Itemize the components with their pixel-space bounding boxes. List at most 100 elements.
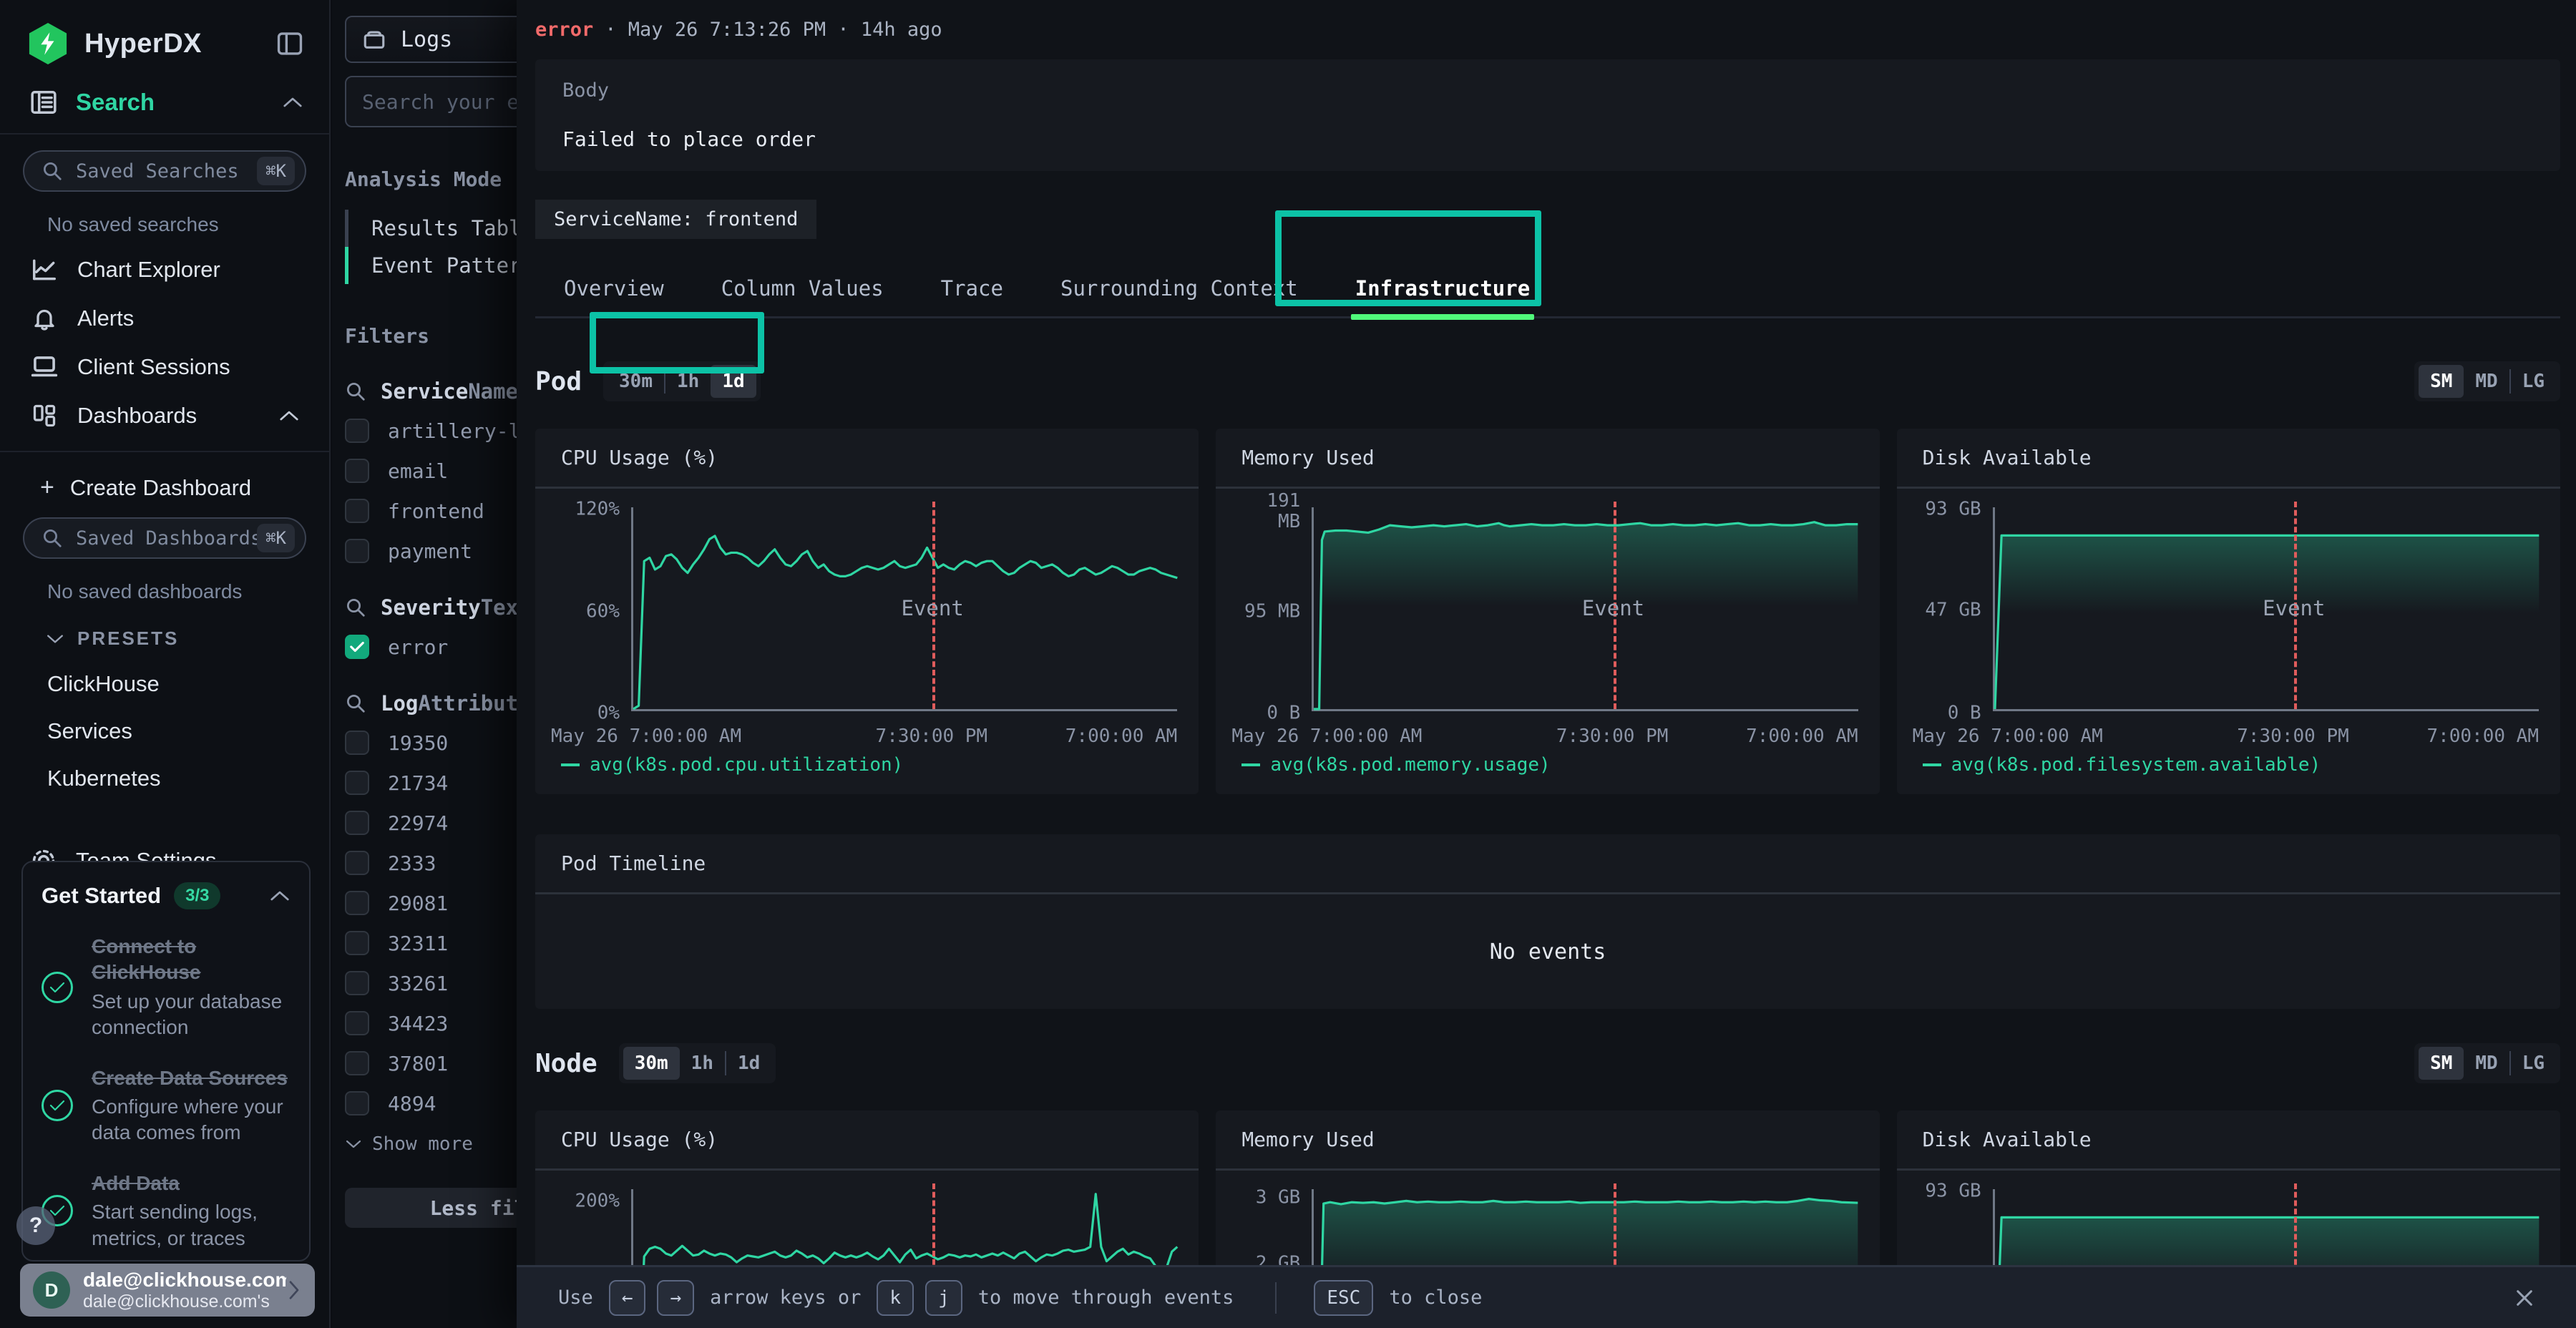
sidebar-item-client-sessions[interactable]: Client Sessions: [0, 346, 329, 388]
pod-section-title: Pod: [535, 367, 582, 396]
event-search-input[interactable]: Search your ev: [345, 76, 517, 127]
collapse-panel-icon[interactable]: [276, 31, 303, 56]
get-started-item[interactable]: Add DataStart sending logs, metrics, or …: [42, 1171, 291, 1251]
chart-icon: [30, 256, 59, 283]
saved-dashboards-input[interactable]: Saved Dashboards ⌘K: [23, 517, 306, 559]
checkbox-unchecked[interactable]: [345, 1051, 369, 1075]
filter-group-header[interactable]: LogAttributes: [345, 691, 517, 716]
x-axis-tick: 7:30:00 PM: [876, 726, 988, 747]
preset-item-clickhouse[interactable]: ClickHouse: [47, 671, 329, 697]
search-icon: [345, 381, 366, 402]
pod-size-lg-button[interactable]: LG: [2511, 365, 2556, 398]
filter-option[interactable]: frontend: [345, 498, 517, 524]
chevron-up-icon[interactable]: [269, 889, 291, 903]
service-name-chip[interactable]: ServiceName: frontend: [535, 200, 816, 239]
filter-group-header[interactable]: ServiceName: [345, 379, 517, 404]
filter-option[interactable]: 37801: [345, 1050, 517, 1076]
analysis-mode-event-patterns[interactable]: Event Patterns: [345, 247, 517, 284]
chart-card-pod-mem: Memory Used191 MB95 MB0 BEventMay 26 7:0…: [1216, 429, 1879, 794]
filter-option[interactable]: 34423: [345, 1010, 517, 1036]
search-config-column: Logs Search your ev Analysis Mode Result…: [332, 0, 517, 1328]
y-axis-tick: 93 GB: [1925, 499, 1981, 520]
filter-option[interactable]: 21734: [345, 770, 517, 796]
node-range-30m-button[interactable]: 30m: [623, 1047, 680, 1080]
pod-size-sm-button[interactable]: SM: [2419, 365, 2464, 398]
analysis-mode-results-table[interactable]: Results Table: [345, 210, 517, 247]
tab-trace[interactable]: Trace: [912, 265, 1032, 316]
get-started-item[interactable]: Connect to ClickHouseSet up your databas…: [42, 934, 291, 1041]
checkbox-checked[interactable]: [345, 635, 369, 659]
filter-option[interactable]: email: [345, 458, 517, 484]
filter-option[interactable]: 2333: [345, 850, 517, 876]
close-icon[interactable]: [2513, 1286, 2536, 1309]
checkbox-unchecked[interactable]: [345, 419, 369, 443]
show-more-button[interactable]: Show more: [345, 1133, 517, 1155]
checkbox-unchecked[interactable]: [345, 499, 369, 523]
filter-option[interactable]: error: [345, 634, 517, 660]
pod-range-1d-button[interactable]: 1d: [711, 365, 756, 398]
search-icon: [345, 693, 366, 714]
checkbox-unchecked[interactable]: [345, 971, 369, 995]
user-account-chip[interactable]: D dale@clickhouse.com dale@clickhouse.co…: [20, 1264, 315, 1317]
chart-title: Disk Available: [1897, 1110, 2560, 1171]
legend-line-swatch: [1923, 763, 1941, 766]
filter-option[interactable]: payment: [345, 538, 517, 564]
tab-surrounding-context[interactable]: Surrounding Context: [1032, 265, 1327, 316]
sidebar-item-label: Alerts: [77, 306, 303, 331]
checkbox-unchecked[interactable]: [345, 851, 369, 875]
source-select[interactable]: Logs: [345, 16, 517, 63]
checkbox-unchecked[interactable]: [345, 931, 369, 955]
filter-option-label: 37801: [388, 1052, 448, 1075]
get-started-item[interactable]: Create Data SourcesConfigure where your …: [42, 1065, 291, 1146]
less-filters-button[interactable]: Less fil: [345, 1188, 517, 1228]
node-size-md-button[interactable]: MD: [2464, 1047, 2509, 1080]
sidebar-item-dashboards[interactable]: Dashboards: [0, 395, 329, 436]
checkbox-unchecked[interactable]: [345, 1011, 369, 1035]
sidebar-item-chart-explorer[interactable]: Chart Explorer: [0, 249, 329, 290]
node-range-1h-button[interactable]: 1h: [680, 1047, 725, 1080]
get-started-item-subtitle: Start sending logs, metrics, or traces: [92, 1199, 291, 1251]
keyboard-hints-bar: Use ← → arrow keys or k j to move throug…: [517, 1265, 2576, 1328]
filter-option[interactable]: artillery-loa: [345, 418, 517, 444]
tab-column-values[interactable]: Column Values: [693, 265, 912, 316]
sidebar-item-search[interactable]: Search: [0, 83, 329, 122]
checkbox-unchecked[interactable]: [345, 771, 369, 795]
x-axis-labels: May 26 7:00:00 AM7:30:00 PM7:00:00 AM: [1216, 721, 1879, 750]
filter-option[interactable]: 33261: [345, 970, 517, 996]
node-section-title: Node: [535, 1049, 597, 1078]
filter-option[interactable]: 32311: [345, 930, 517, 956]
node-size-sm-button[interactable]: SM: [2419, 1047, 2464, 1080]
chevron-up-icon[interactable]: [282, 95, 303, 109]
sidebar-item-alerts[interactable]: Alerts: [0, 298, 329, 339]
tab-infrastructure[interactable]: Infrastructure: [1327, 265, 1558, 316]
pod-range-30m-button[interactable]: 30m: [608, 365, 664, 398]
filter-option[interactable]: 22974: [345, 810, 517, 836]
presets-toggle[interactable]: PRESETS: [46, 628, 329, 650]
filter-group-header[interactable]: SeverityText: [345, 595, 517, 620]
filter-option[interactable]: 29081: [345, 890, 517, 916]
filter-option-label: 34423: [388, 1012, 448, 1035]
checkbox-unchecked[interactable]: [345, 891, 369, 915]
node-size-lg-button[interactable]: LG: [2511, 1047, 2556, 1080]
checkbox-unchecked[interactable]: [345, 1091, 369, 1115]
filter-option-label: artillery-loa: [388, 419, 517, 443]
pod-range-1h-button[interactable]: 1h: [665, 365, 711, 398]
pod-size-md-button[interactable]: MD: [2464, 365, 2509, 398]
node-range-1d-button[interactable]: 1d: [726, 1047, 771, 1080]
preset-item-kubernetes[interactable]: Kubernetes: [47, 766, 329, 791]
sidebar: HyperDX Search Saved Searches ⌘K No save…: [0, 0, 331, 1328]
help-button[interactable]: ?: [16, 1206, 55, 1245]
presets-list: ClickHouse Services Kubernetes: [0, 671, 329, 791]
get-started-item-subtitle: Set up your database connection: [92, 989, 291, 1041]
analysis-mode-list: Results TableEvent Patterns: [345, 210, 517, 284]
checkbox-unchecked[interactable]: [345, 731, 369, 755]
filter-option[interactable]: 19350: [345, 730, 517, 756]
create-dashboard-button[interactable]: + Create Dashboard: [40, 474, 329, 502]
tab-overview[interactable]: Overview: [535, 265, 693, 316]
preset-item-services[interactable]: Services: [47, 718, 329, 744]
checkbox-unchecked[interactable]: [345, 539, 369, 563]
checkbox-unchecked[interactable]: [345, 811, 369, 835]
checkbox-unchecked[interactable]: [345, 459, 369, 483]
saved-searches-input[interactable]: Saved Searches ⌘K: [23, 150, 306, 192]
filter-option[interactable]: 4894: [345, 1090, 517, 1116]
